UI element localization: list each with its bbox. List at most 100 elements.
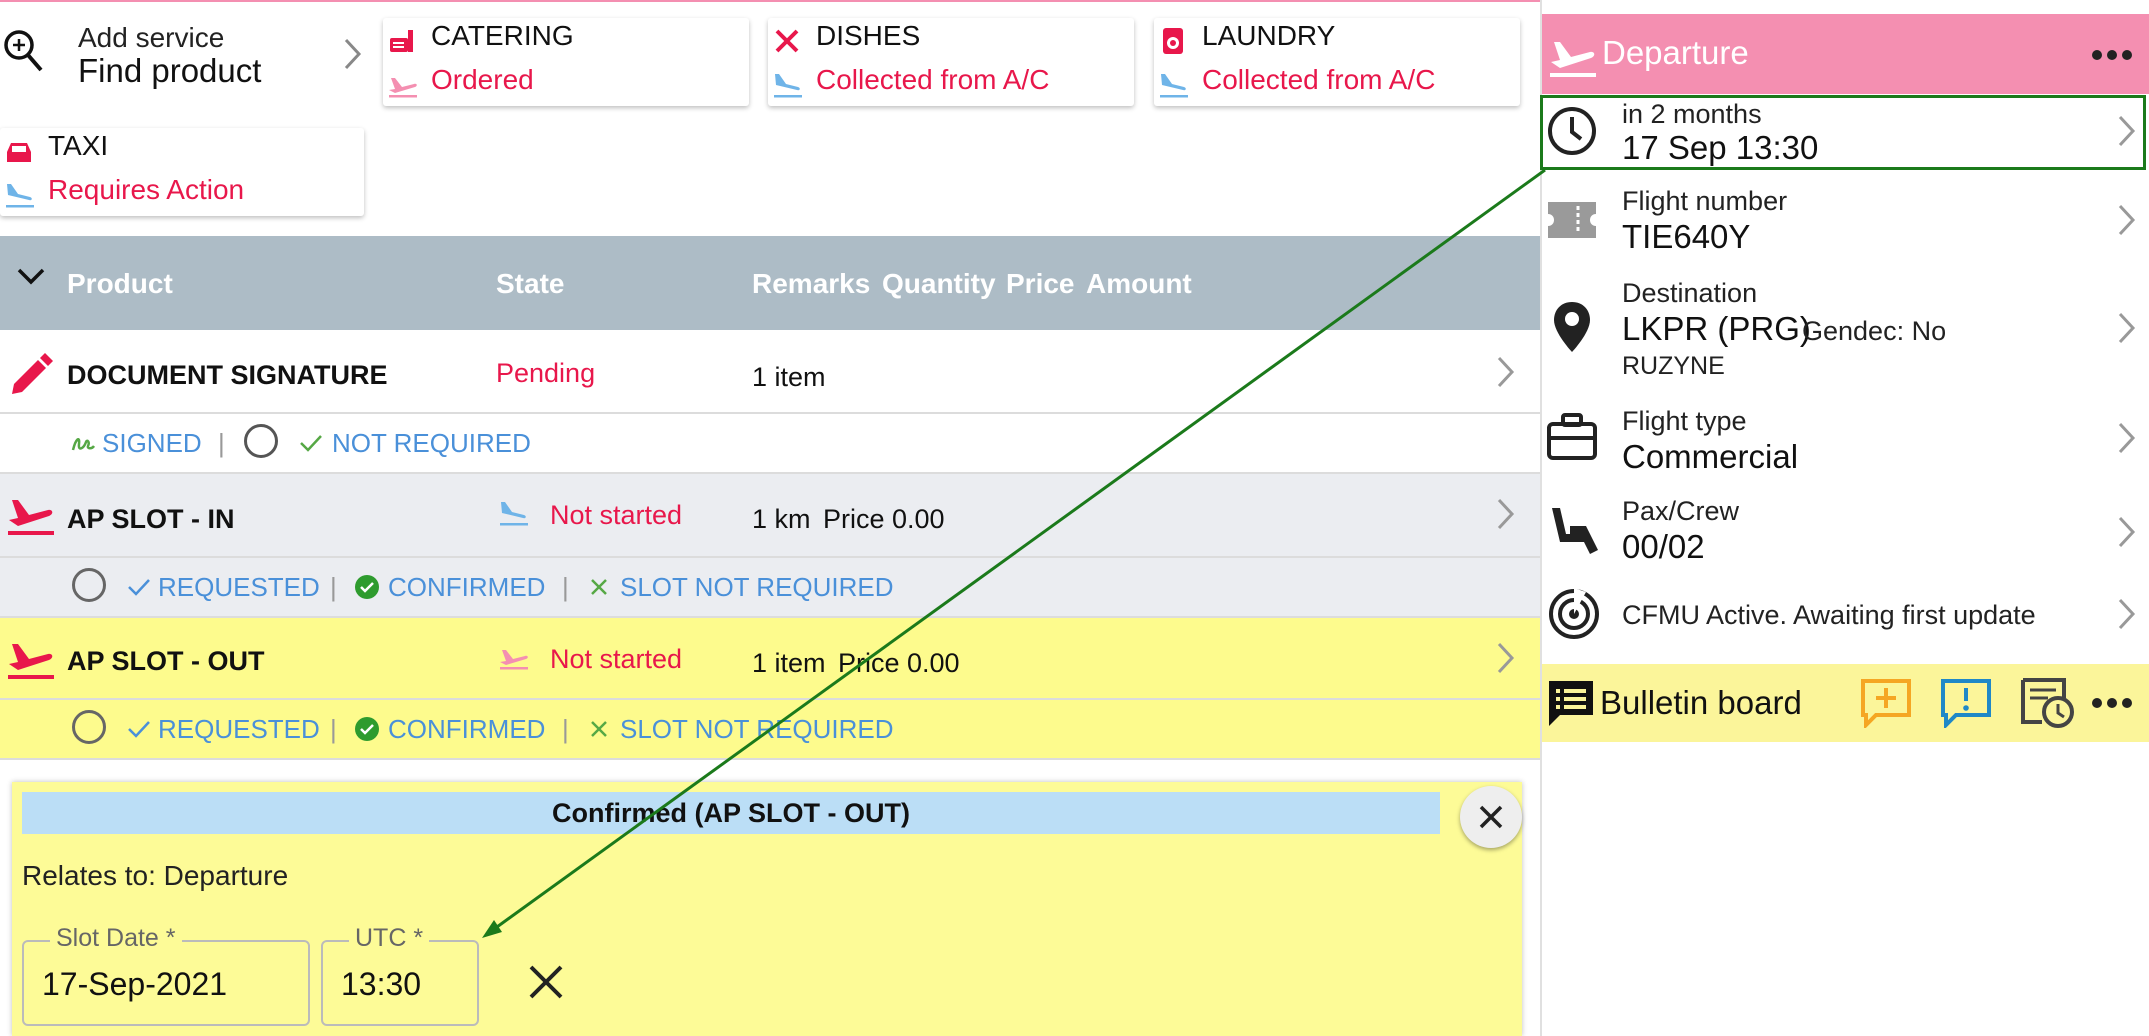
product-state: Not started [550, 500, 683, 530]
chevron-right-icon [2118, 312, 2136, 344]
departure-plane-icon [500, 650, 528, 670]
arrival-plane-icon [6, 184, 34, 208]
item-label: CFMU Active. Awaiting first update [1622, 600, 2036, 630]
slot-date-field[interactable]: Slot Date * 17-Sep-2021 [22, 924, 310, 1026]
departure-header: Departure [1542, 14, 2149, 94]
product-state: Not started [550, 644, 683, 674]
check-circle-icon [355, 575, 379, 599]
product-name: AP SLOT - IN [67, 504, 235, 534]
service-card-catering[interactable]: CATERING Ordered [383, 18, 749, 106]
utc-label: UTC * [349, 924, 430, 953]
departure-plane-icon [8, 500, 54, 535]
chevron-right-icon[interactable] [1495, 496, 1517, 532]
table-row[interactable]: AP SLOT - IN Not started 1 km Price 0.00 [0, 474, 1540, 556]
check-icon [128, 579, 150, 596]
service-card-laundry[interactable]: LAUNDRY Collected from A/C [1154, 18, 1520, 106]
column-amount[interactable]: Amount [1086, 268, 1192, 300]
product-name: AP SLOT - OUT [67, 646, 265, 676]
product-state: Pending [496, 358, 596, 388]
card-title: DISHES [816, 20, 921, 51]
dialog-close-button[interactable] [1460, 786, 1522, 848]
confirmed-option[interactable]: CONFIRMED [388, 572, 545, 603]
flight-type-item[interactable]: Flight type Commercial [1542, 398, 2149, 482]
item-value: TIE640Y [1622, 218, 1751, 255]
alert-comment-icon[interactable] [1940, 678, 1992, 728]
requested-option[interactable]: REQUESTED [158, 572, 320, 603]
chevron-right-icon[interactable] [1495, 354, 1517, 390]
chevron-down-icon[interactable] [16, 266, 46, 288]
table-row[interactable]: AP SLOT - OUT Not started 1 item Price 0… [0, 618, 1540, 700]
departure-plane-icon [389, 78, 417, 98]
radio-button[interactable] [244, 424, 278, 458]
pax-crew-item[interactable]: Pax/Crew 00/02 [1542, 492, 2149, 572]
product-price: Price 0.00 [838, 648, 960, 678]
item-label: Pax/Crew [1622, 496, 1740, 526]
service-card-taxi[interactable]: TAXI Requires Action [0, 128, 364, 216]
flight-number-item[interactable]: Flight number TIE640Y [1542, 180, 2149, 260]
dialog-title: Confirmed (AP SLOT - OUT) [22, 792, 1440, 834]
add-service-button[interactable]: Add service Find product [0, 18, 370, 98]
check-icon [128, 721, 150, 738]
product-remarks: 1 km [752, 504, 811, 534]
row-divider [0, 758, 1540, 760]
item-label: Destination [1622, 278, 1758, 308]
pencil-icon [12, 353, 53, 394]
check-circle-icon [355, 717, 379, 741]
utc-time-field[interactable]: UTC * 13:30 [321, 924, 479, 1026]
zoom-search-icon [4, 30, 43, 72]
signature-icon [71, 437, 96, 451]
separator: | [330, 572, 337, 602]
slot-not-required-option[interactable]: SLOT NOT REQUIRED [620, 572, 894, 603]
destination-item[interactable]: Destination LKPR (PRG) Gendec: No RUZYNE [1542, 272, 2149, 384]
item-label: Flight type [1622, 406, 1747, 436]
add-service-label: Add service [78, 22, 225, 53]
close-x-icon [591, 721, 607, 737]
radio-button[interactable] [72, 568, 106, 602]
more-options-icon[interactable] [2090, 696, 2134, 710]
departure-plane-icon [1550, 42, 1596, 77]
separator: | [218, 428, 225, 458]
row-actions: SIGNED | NOT REQUIRED [0, 414, 1540, 472]
card-status: Collected from A/C [816, 64, 1050, 95]
column-product[interactable]: Product [67, 268, 173, 300]
gendec-text: Gendec: No [1802, 316, 1947, 346]
item-value: Commercial [1622, 438, 1799, 475]
radio-button[interactable] [72, 710, 106, 744]
washing-machine-icon [1163, 28, 1183, 54]
arrival-plane-icon [774, 74, 802, 98]
close-x-icon [591, 579, 607, 595]
column-quantity[interactable]: Quantity [882, 268, 996, 300]
chevron-right-icon [2118, 204, 2136, 236]
products-table-header: Product State Remarks Quantity Price Amo… [0, 236, 1540, 330]
row-actions: REQUESTED | CONFIRMED | SLOT NOT REQUIRE… [0, 558, 1540, 616]
column-remarks[interactable]: Remarks [752, 268, 870, 300]
panel-title: Departure [1602, 34, 1749, 71]
confirmed-option[interactable]: CONFIRMED [388, 714, 545, 745]
row-actions: REQUESTED | CONFIRMED | SLOT NOT REQUIRE… [0, 700, 1540, 758]
clear-icon[interactable] [526, 962, 566, 1002]
not-required-option[interactable]: NOT REQUIRED [332, 428, 531, 459]
slot-not-required-option[interactable]: SLOT NOT REQUIRED [620, 714, 894, 745]
product-name: DOCUMENT SIGNATURE [67, 360, 388, 390]
catering-icon [390, 30, 413, 52]
card-status: Requires Action [48, 174, 245, 205]
table-row[interactable]: DOCUMENT SIGNATURE Pending 1 item [0, 330, 1540, 414]
requested-option[interactable]: REQUESTED [158, 714, 320, 745]
service-card-dishes[interactable]: DISHES Collected from A/C [768, 18, 1134, 106]
chevron-right-icon[interactable] [1495, 640, 1517, 676]
column-state[interactable]: State [496, 268, 564, 300]
radar-icon [1549, 588, 1599, 639]
item-label: Flight number [1622, 186, 1788, 216]
card-title: CATERING [431, 20, 574, 51]
scheduled-list-icon[interactable] [2020, 676, 2076, 730]
chevron-right-icon [344, 38, 362, 70]
product-remarks: 1 item [752, 648, 826, 678]
more-options-icon[interactable] [2090, 48, 2134, 62]
column-price[interactable]: Price [1006, 268, 1075, 300]
top-accent-line [0, 0, 1540, 2]
ticket-icon [1548, 202, 1596, 238]
add-comment-icon[interactable] [1860, 678, 1912, 728]
slot-date-label: Slot Date * [50, 924, 182, 953]
cfmu-status-item[interactable]: CFMU Active. Awaiting first update [1542, 580, 2149, 650]
signed-option[interactable]: SIGNED [102, 428, 202, 459]
